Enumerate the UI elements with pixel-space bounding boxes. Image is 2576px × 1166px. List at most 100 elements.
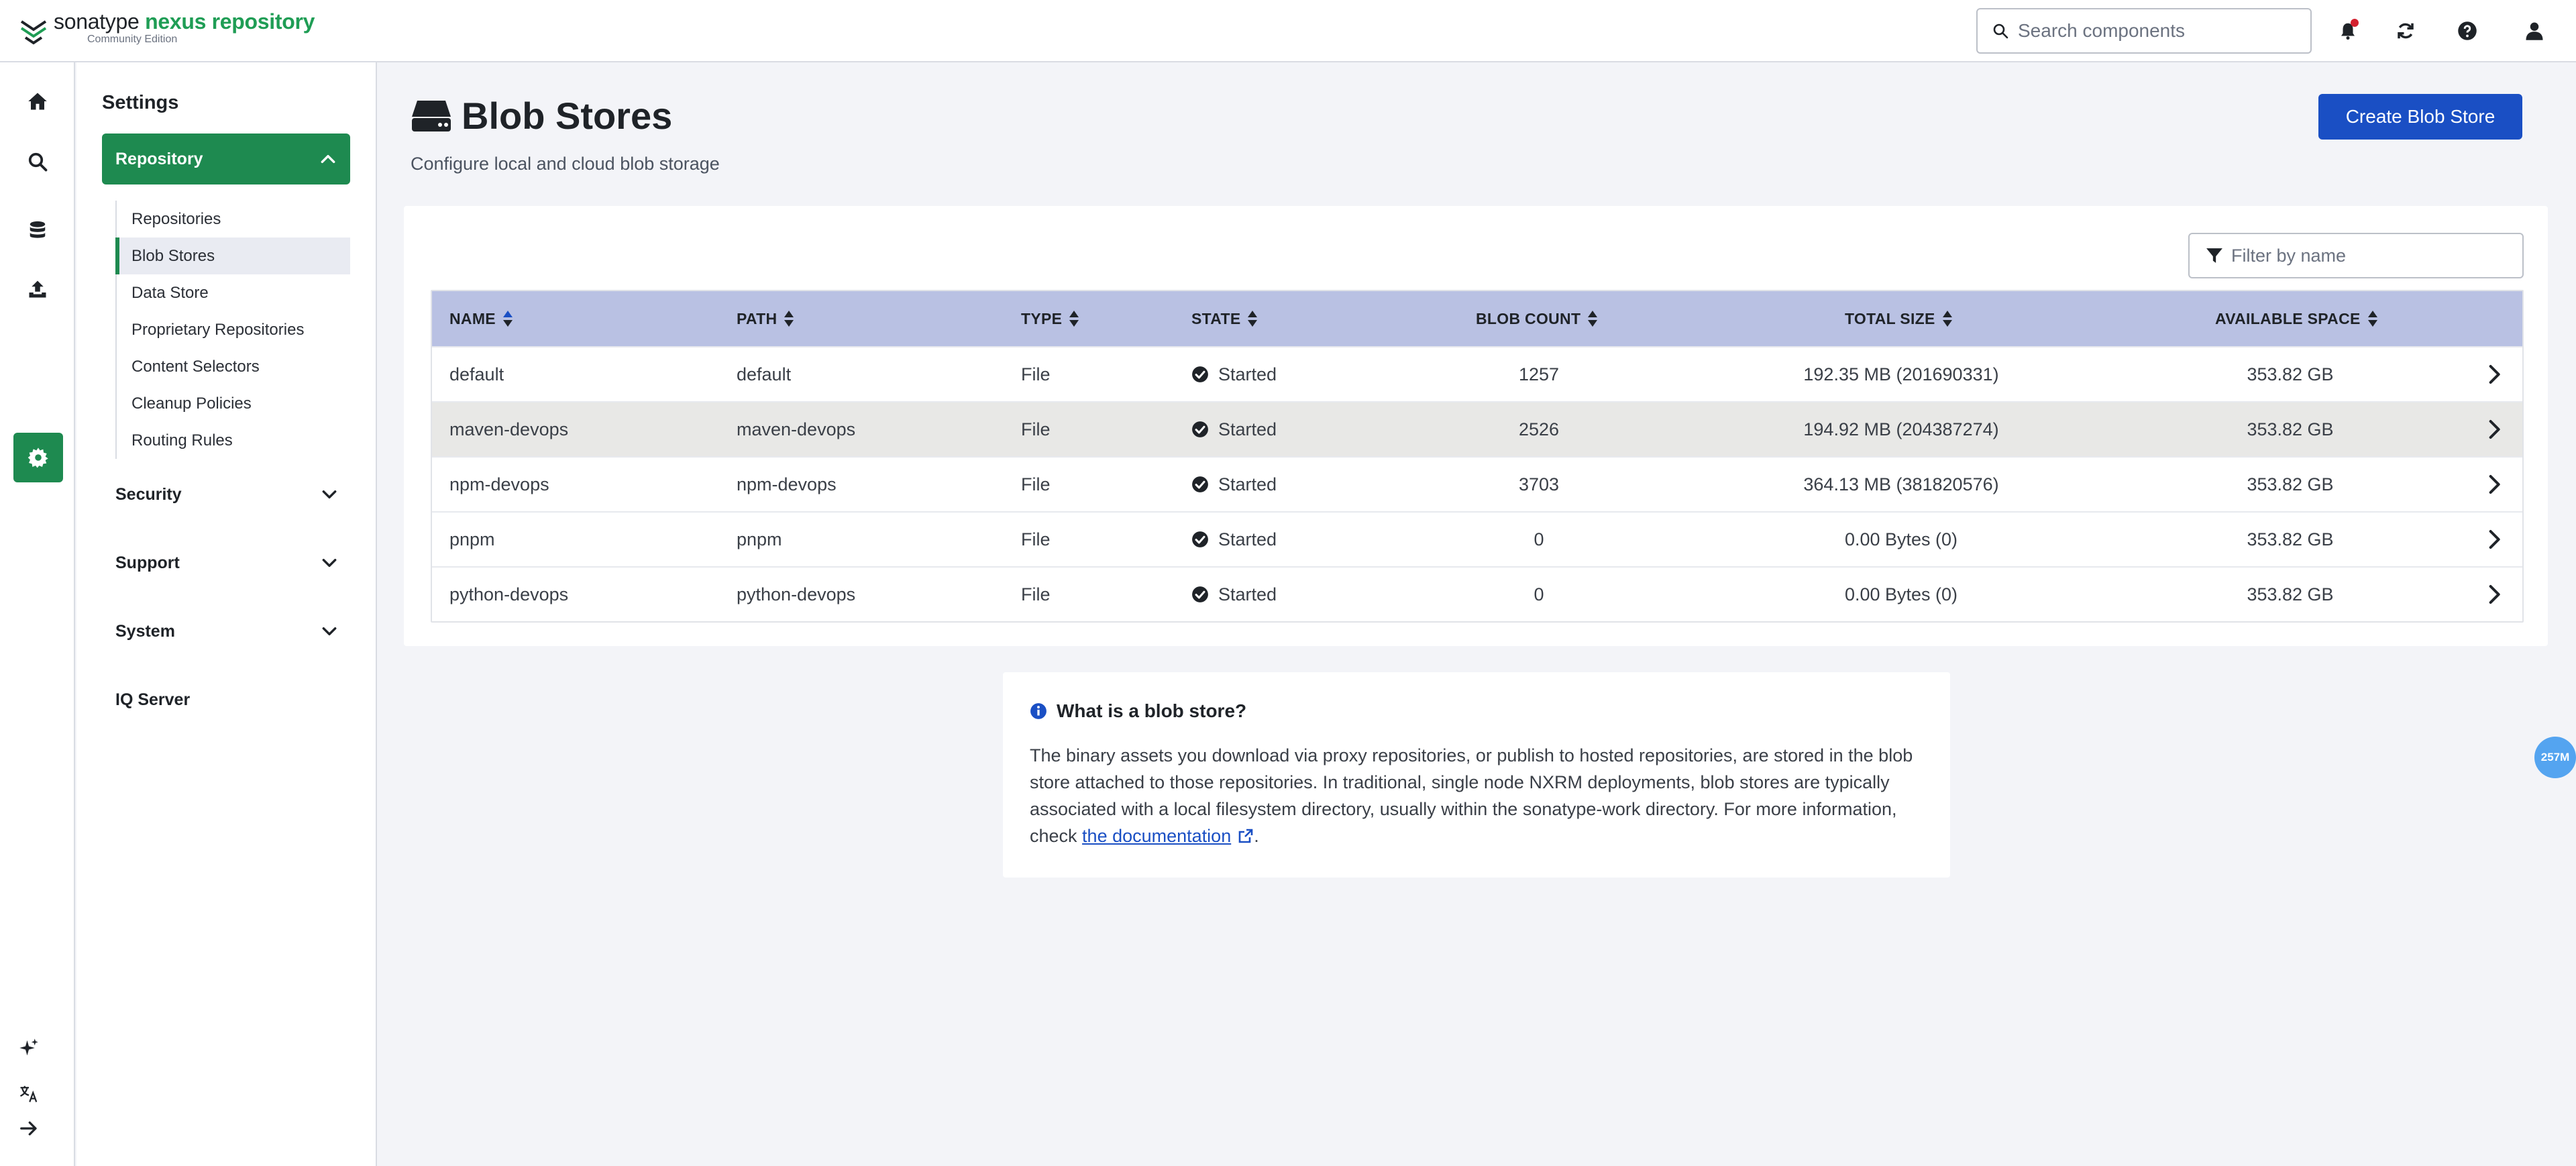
iq-server-link[interactable]: IQ Server: [115, 680, 350, 720]
column-header-type[interactable]: TYPE: [1021, 291, 1079, 346]
memory-usage-badge[interactable]: 257M: [2534, 737, 2576, 778]
column-header-name[interactable]: NAME: [449, 291, 513, 346]
table-row[interactable]: maven-devops maven-devops File Started 2…: [432, 401, 2522, 456]
table-row[interactable]: npm-devops npm-devops File Started 3703 …: [432, 456, 2522, 511]
sidebar-item-repositories[interactable]: Repositories: [117, 201, 350, 237]
info-title: What is a blob store?: [1030, 700, 1923, 722]
sidebar-item-proprietary-repositories[interactable]: Proprietary Repositories: [117, 311, 350, 348]
home-icon: [28, 93, 47, 110]
documentation-link[interactable]: the documentation: [1082, 826, 1231, 846]
table-row[interactable]: python-devops python-devops File Started…: [432, 566, 2522, 621]
external-link-icon[interactable]: [1238, 828, 1254, 844]
settings-title: Settings: [102, 92, 179, 113]
column-header-state[interactable]: STATE: [1191, 291, 1258, 346]
column-label: PATH: [737, 309, 777, 327]
support-group-toggle[interactable]: Support: [115, 543, 350, 583]
sidebar-item-data-store[interactable]: Data Store: [117, 274, 350, 311]
column-header-total-size[interactable]: TOTAL SIZE: [1845, 291, 1953, 346]
create-blob-store-button[interactable]: Create Blob Store: [2318, 94, 2522, 140]
column-label: AVAILABLE SPACE: [2215, 309, 2361, 327]
repository-group-label: Repository: [115, 149, 203, 168]
sort-icon: [1588, 311, 1598, 327]
check-circle-icon: [1192, 476, 1208, 492]
chevron-down-icon: [322, 558, 337, 568]
translate-icon: [19, 1085, 38, 1102]
rail-settings[interactable]: [13, 433, 63, 482]
rail-browse[interactable]: [24, 217, 51, 244]
search-components-box[interactable]: [1976, 8, 2312, 54]
sort-icon: [1069, 311, 1079, 327]
sidebar-item-content-selectors[interactable]: Content Selectors: [117, 348, 350, 385]
sidebar-item-cleanup-policies[interactable]: Cleanup Policies: [117, 385, 350, 422]
state-label: Started: [1218, 364, 1277, 384]
cell-state: Started: [1191, 348, 1277, 401]
hard-drive-icon: [412, 100, 451, 131]
rail-upload[interactable]: [24, 276, 51, 303]
cell-total-size: 364.13 MB (381820576): [1803, 474, 1999, 494]
table-row[interactable]: default default File Started 1257 192.35…: [432, 346, 2522, 401]
search-icon: [28, 152, 48, 172]
filter-input[interactable]: [2231, 245, 2513, 266]
rail-home[interactable]: [24, 88, 51, 115]
language-button[interactable]: [15, 1079, 43, 1108]
ai-assistant-button[interactable]: [15, 1034, 43, 1062]
cell-available-space: 353.82 GB: [2247, 364, 2334, 384]
cell-name: pnpm: [449, 529, 495, 549]
cell-blob-count: 3703: [1518, 474, 1560, 494]
sidebar-item-routing-rules[interactable]: Routing Rules: [117, 422, 350, 459]
filter-icon: [2206, 248, 2222, 263]
cell-type: File: [1021, 419, 1051, 439]
cell-path: default: [737, 364, 792, 384]
user-account-button[interactable]: [2521, 17, 2548, 44]
support-group-label: Support: [115, 553, 180, 572]
system-group-toggle[interactable]: System: [115, 611, 350, 651]
blob-stores-table: NAME PATH TYPE STATE BLOB COUNT TOTAL SI…: [431, 290, 2524, 623]
cell-total-size: 194.92 MB (204387274): [1803, 419, 1999, 439]
cell-total-size: 0.00 Bytes (0): [1844, 584, 1958, 604]
sort-icon: [1942, 311, 1952, 327]
cell-state: Started: [1191, 458, 1277, 511]
cell-path: maven-devops: [737, 419, 856, 439]
column-header-blob-count[interactable]: BLOB COUNT: [1476, 291, 1598, 346]
info-icon: [1030, 703, 1046, 719]
rail-search[interactable]: [24, 148, 51, 175]
sort-icon: [1248, 311, 1258, 327]
column-header-path[interactable]: PATH: [737, 291, 794, 346]
column-label: NAME: [449, 309, 496, 327]
repository-group-toggle[interactable]: Repository: [102, 134, 350, 184]
table-row[interactable]: pnpm pnpm File Started 0 0.00 Bytes (0) …: [432, 511, 2522, 566]
security-group-toggle[interactable]: Security: [115, 474, 350, 515]
refresh-button[interactable]: [2392, 17, 2419, 44]
state-label: Started: [1218, 584, 1277, 604]
table-header: NAME PATH TYPE STATE BLOB COUNT TOTAL SI…: [432, 291, 2522, 346]
chevron-right-icon[interactable]: [2483, 529, 2505, 550]
state-label: Started: [1218, 529, 1277, 549]
filter-box[interactable]: [2188, 233, 2524, 278]
cell-path: pnpm: [737, 529, 782, 549]
notification-dot: [2351, 19, 2359, 27]
cell-blob-count: 1257: [1518, 364, 1560, 384]
column-label: STATE: [1191, 309, 1241, 327]
notifications-button[interactable]: [2334, 17, 2361, 44]
help-icon: [2458, 21, 2477, 40]
system-group-label: System: [115, 621, 175, 641]
blob-store-info-card: What is a blob store? The binary assets …: [1003, 672, 1950, 878]
chevron-right-icon[interactable]: [2483, 584, 2505, 605]
chevron-right-icon[interactable]: [2483, 364, 2505, 385]
search-input[interactable]: [2018, 20, 2300, 42]
cell-path: python-devops: [737, 584, 856, 604]
sonatype-logo[interactable]: sonatype nexus repository Community Edit…: [19, 11, 315, 46]
left-rail: [0, 62, 75, 1166]
chevron-right-icon[interactable]: [2483, 419, 2505, 440]
expand-rail-button[interactable]: [15, 1114, 43, 1143]
column-header-available-space[interactable]: AVAILABLE SPACE: [2215, 291, 2378, 346]
page-header: Blob Stores: [411, 94, 672, 138]
info-body-end: .: [1254, 826, 1259, 846]
column-label: TOTAL SIZE: [1845, 309, 1935, 327]
chevron-down-icon: [322, 627, 337, 636]
help-button[interactable]: [2454, 17, 2481, 44]
chevron-right-icon[interactable]: [2483, 474, 2505, 495]
sparkles-icon: [19, 1039, 38, 1056]
sidebar-item-blob-stores[interactable]: Blob Stores: [115, 237, 350, 274]
cell-name: maven-devops: [449, 419, 569, 439]
